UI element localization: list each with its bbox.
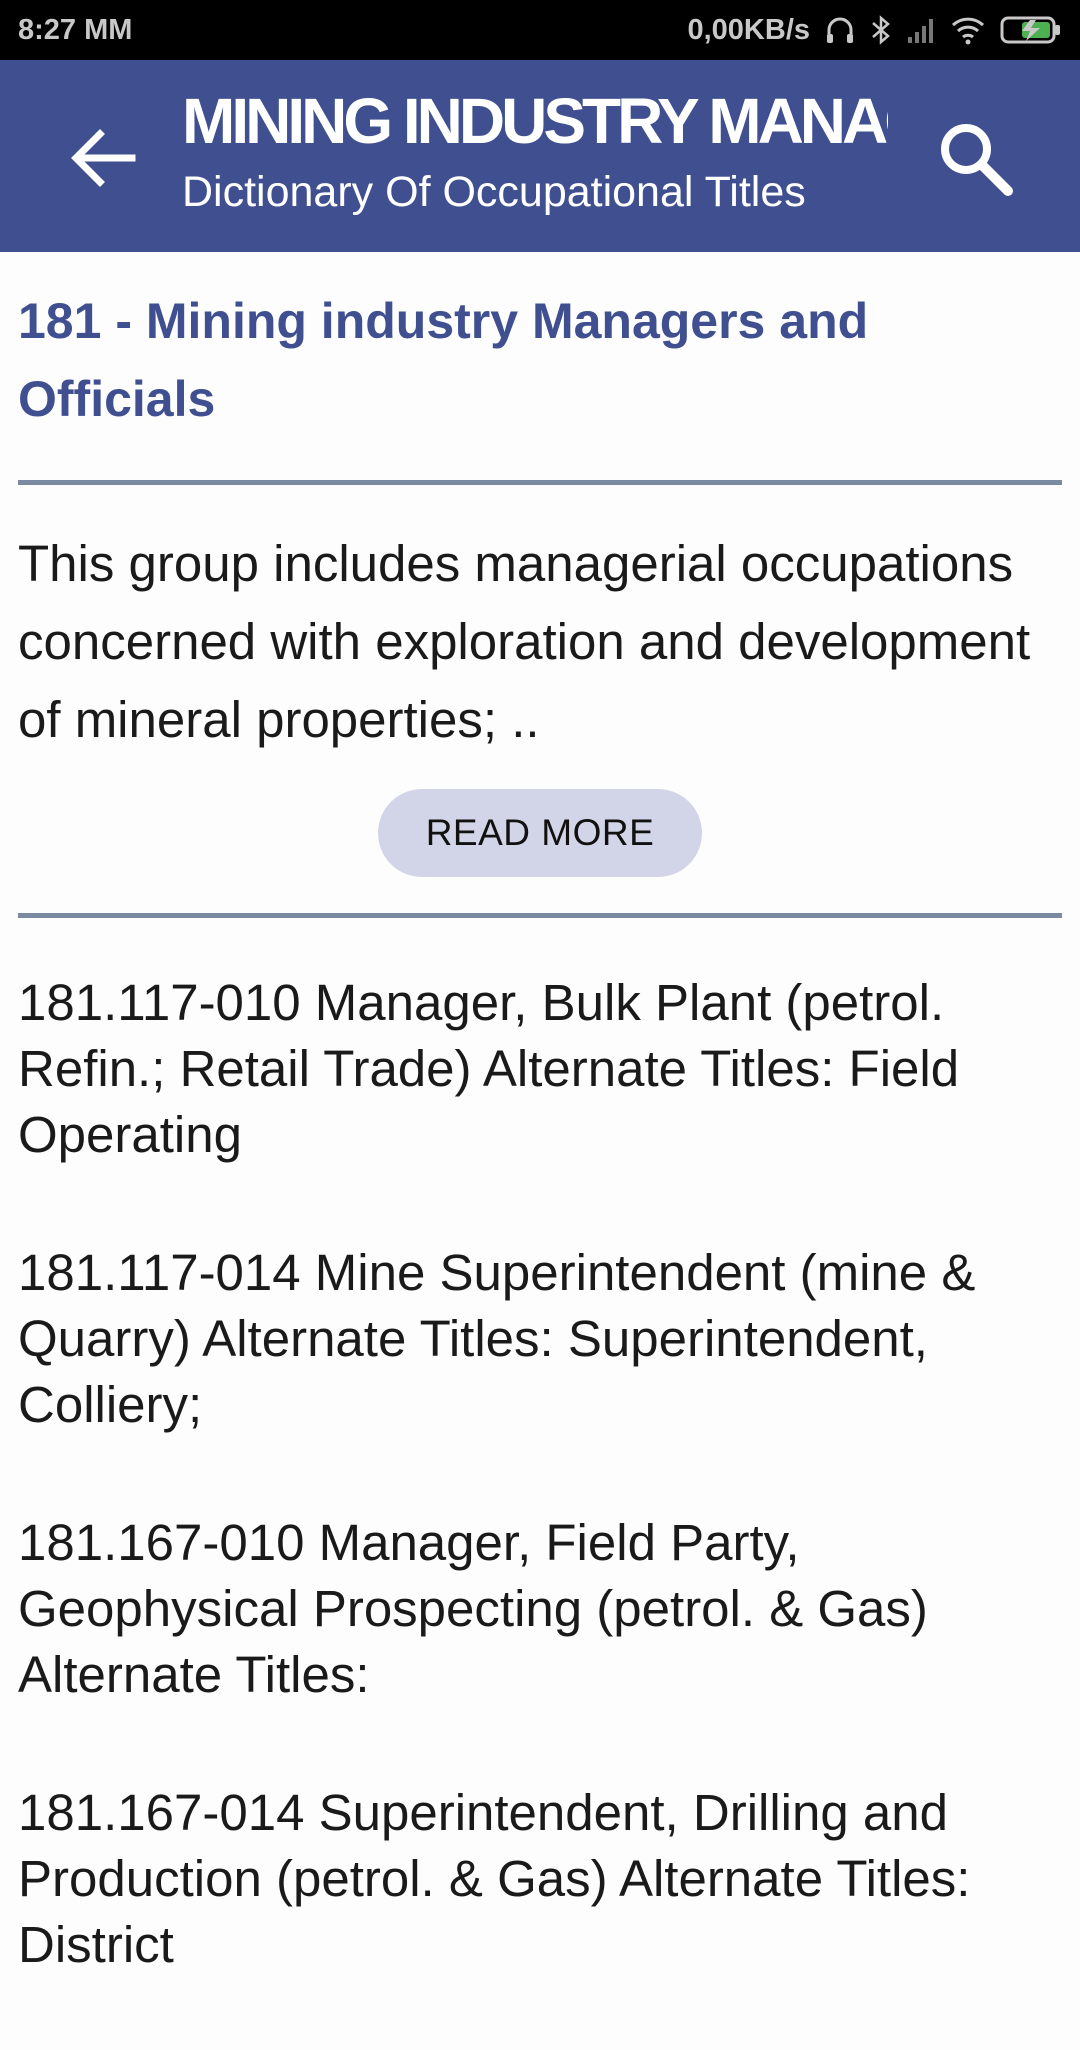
search-button[interactable] xyxy=(930,115,1020,205)
signal-icon xyxy=(906,15,936,45)
divider xyxy=(18,480,1062,485)
group-description: This group includes managerial occupatio… xyxy=(18,535,1031,748)
arrow-left-icon xyxy=(66,121,140,200)
main-content: 181 - Mining industry Managers and Offic… xyxy=(18,252,1062,2050)
wifi-icon xyxy=(950,15,986,45)
status-time: 8:27 MM xyxy=(18,13,133,46)
app-title: MINING INDUSTRY MANAGERS AND OFFICIALS xyxy=(182,85,888,157)
list-item[interactable]: 181.167-014 Superintendent, Drilling and… xyxy=(18,1780,1062,1978)
status-icons: 0,00KB/s xyxy=(687,14,1062,47)
read-more-wrap: READ MORE xyxy=(18,789,1062,877)
back-button[interactable] xyxy=(58,115,148,205)
list-item[interactable]: 181.117-010 Manager, Bulk Plant (petrol.… xyxy=(18,970,1062,1168)
headphones-icon xyxy=(824,14,856,46)
search-icon xyxy=(934,117,1016,204)
divider xyxy=(18,913,1062,918)
occupation-list: 181.117-010 Manager, Bulk Plant (petrol.… xyxy=(18,970,1062,1978)
app-bar: MINING INDUSTRY MANAGERS AND OFFICIALS D… xyxy=(0,60,1080,252)
status-bar: 8:27 MM 0,00KB/s xyxy=(0,0,1080,60)
app-bar-titles: MINING INDUSTRY MANAGERS AND OFFICIALS D… xyxy=(182,80,888,222)
network-speed: 0,00KB/s xyxy=(687,13,810,46)
read-more-button[interactable]: READ MORE xyxy=(378,789,702,877)
bluetooth-icon xyxy=(870,14,892,46)
list-item[interactable]: 181.117-014 Mine Superintendent (mine & … xyxy=(18,1240,1062,1438)
battery-charging-icon xyxy=(1000,15,1062,45)
app-subtitle: Dictionary Of Occupational Titles xyxy=(182,168,806,216)
list-item[interactable]: 181.167-010 Manager, Field Party, Geophy… xyxy=(18,1510,1062,1708)
group-title: 181 - Mining industry Managers and Offic… xyxy=(18,293,869,427)
